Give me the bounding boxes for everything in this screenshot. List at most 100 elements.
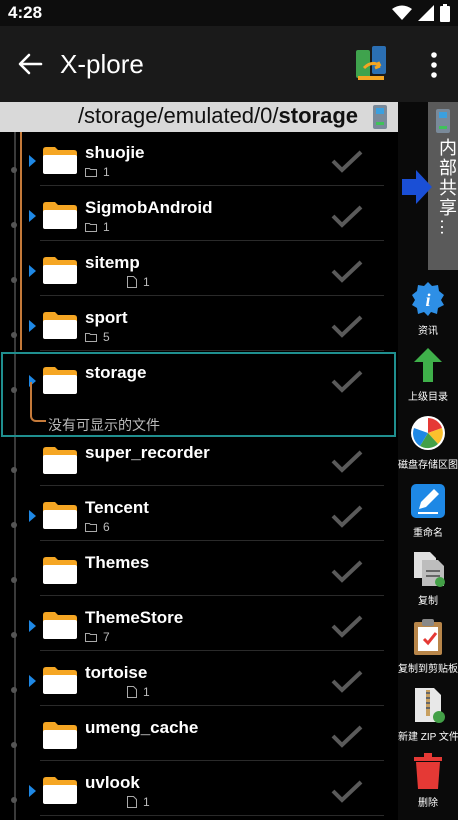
app-title: X-plore: [60, 49, 144, 79]
row-divider: [40, 295, 384, 296]
tree-node-dot: [11, 687, 17, 693]
disk-map-icon: [411, 416, 445, 450]
folder-icon: [43, 667, 77, 694]
folder-row[interactable]: ThemeStore 7: [0, 597, 398, 651]
app-bar: X-plore: [0, 26, 458, 102]
select-check-icon[interactable]: [330, 724, 364, 748]
row-divider: [40, 650, 384, 651]
select-check-icon[interactable]: [330, 204, 364, 228]
tool-button-clipboard[interactable]: 复制到剪贴板: [398, 618, 458, 682]
folder-name: sport: [85, 308, 128, 327]
pane-switch-arrow-icon[interactable]: [400, 168, 434, 206]
select-check-icon[interactable]: [330, 559, 364, 583]
row-divider: [40, 240, 384, 241]
tool-label: 删除: [418, 798, 438, 809]
expand-arrow-icon[interactable]: [29, 210, 36, 222]
subfolder-count-icon: [85, 168, 97, 177]
rename-icon: [411, 484, 445, 518]
tree-node-dot: [11, 742, 17, 748]
storage-card-icon: [436, 109, 450, 133]
select-check-icon[interactable]: [330, 259, 364, 283]
signal-icon: [418, 5, 434, 21]
folder-icon: [43, 777, 77, 804]
back-arrow-icon[interactable]: [16, 50, 44, 78]
battery-icon: [440, 4, 450, 22]
expand-arrow-icon[interactable]: [29, 675, 36, 687]
copy-icon: [414, 552, 445, 587]
tree-node-dot: [11, 222, 17, 228]
select-check-icon[interactable]: [330, 449, 364, 473]
tool-button-info[interactable]: i 资讯: [398, 280, 458, 344]
tool-label: 磁盘存储区图: [398, 460, 458, 471]
file-count: 1: [143, 685, 150, 699]
select-check-icon[interactable]: [330, 614, 364, 638]
path-text: /storage/emulated/0/storage: [78, 103, 358, 129]
path-bar[interactable]: /storage/emulated/0/storage: [0, 102, 398, 132]
folder-row[interactable]: uvlook 1: [0, 762, 398, 816]
status-icons: [392, 4, 450, 22]
folder-row[interactable]: SigmobAndroid 1: [0, 187, 398, 241]
row-divider: [40, 540, 384, 541]
overflow-menu-icon[interactable]: [428, 50, 440, 80]
folder-row[interactable]: sport 5: [0, 297, 398, 351]
tool-button-trash[interactable]: 删除: [398, 752, 458, 816]
tree-node-dot: [11, 577, 17, 583]
folder-contents-summary: 1: [85, 275, 150, 289]
folder-row[interactable]: super_recorder: [0, 432, 398, 486]
folder-row[interactable]: shuojie 1: [0, 132, 398, 186]
tree-node-dot: [11, 632, 17, 638]
tool-label: 复制到剪贴板: [398, 664, 458, 675]
folder-contents-summary: 1: [85, 795, 150, 809]
select-check-icon[interactable]: [330, 149, 364, 173]
side-tab-label: 内部共享…: [437, 138, 457, 238]
path-prefix: /storage/emulated/0/: [77, 103, 279, 128]
tool-label: 新建 ZIP 文件: [398, 732, 458, 743]
folder-row[interactable]: umeng_cache: [0, 707, 398, 761]
clipboard-icon: [414, 619, 442, 655]
folder-row[interactable]: tortoise 1: [0, 652, 398, 706]
folder-icon: [43, 447, 77, 474]
row-divider: [40, 760, 384, 761]
file-count-icon: [127, 796, 137, 808]
expand-arrow-icon[interactable]: [29, 510, 36, 522]
dual-pane-icon[interactable]: [354, 46, 388, 82]
folder-name: SigmobAndroid: [85, 198, 213, 217]
tool-button-zip[interactable]: 新建 ZIP 文件: [398, 686, 458, 750]
folder-contents-summary: 7: [85, 630, 110, 644]
folder-contents-summary: 6: [85, 520, 110, 534]
expand-arrow-icon[interactable]: [29, 265, 36, 277]
tree-node-dot: [11, 797, 17, 803]
expand-arrow-icon[interactable]: [29, 785, 36, 797]
tree-node-dot: [11, 167, 17, 173]
select-check-icon[interactable]: [330, 314, 364, 338]
folder-row[interactable]: Tencent 6: [0, 487, 398, 541]
folder-icon: [43, 722, 77, 749]
select-check-icon[interactable]: [330, 669, 364, 693]
folder-name: Themes: [85, 553, 150, 572]
expand-arrow-icon[interactable]: [29, 155, 36, 167]
row-divider: [40, 595, 384, 596]
folder-contents-summary: 1: [85, 165, 110, 179]
folder-name: sitemp: [85, 253, 140, 272]
folder-row[interactable]: Themes: [0, 542, 398, 596]
folder-row[interactable]: sitemp 1: [0, 242, 398, 296]
subfolder-count-icon: [85, 223, 97, 232]
tool-button-up-arrow[interactable]: 上级目录: [398, 346, 458, 410]
folder-contents-summary: 1: [85, 685, 150, 699]
folder-contents-summary: 1: [85, 220, 110, 234]
subfolder-count-icon: [85, 523, 97, 532]
folder-name: shuojie: [85, 143, 145, 162]
row-divider: [40, 185, 384, 186]
tool-button-rename[interactable]: 重命名: [398, 482, 458, 546]
expand-arrow-icon[interactable]: [29, 620, 36, 632]
subfolder-count: 1: [103, 220, 110, 234]
expanded-folder-bracket: [30, 382, 46, 422]
select-check-icon[interactable]: [330, 779, 364, 803]
empty-folder-message: 没有可显示的文件: [48, 417, 160, 433]
select-check-icon[interactable]: [330, 504, 364, 528]
expand-arrow-icon[interactable]: [29, 320, 36, 332]
up-arrow-icon: [414, 348, 442, 382]
tool-button-disk-map[interactable]: 磁盘存储区图: [398, 414, 458, 478]
zip-icon: [415, 688, 445, 723]
tool-button-copy[interactable]: 复制: [398, 550, 458, 614]
